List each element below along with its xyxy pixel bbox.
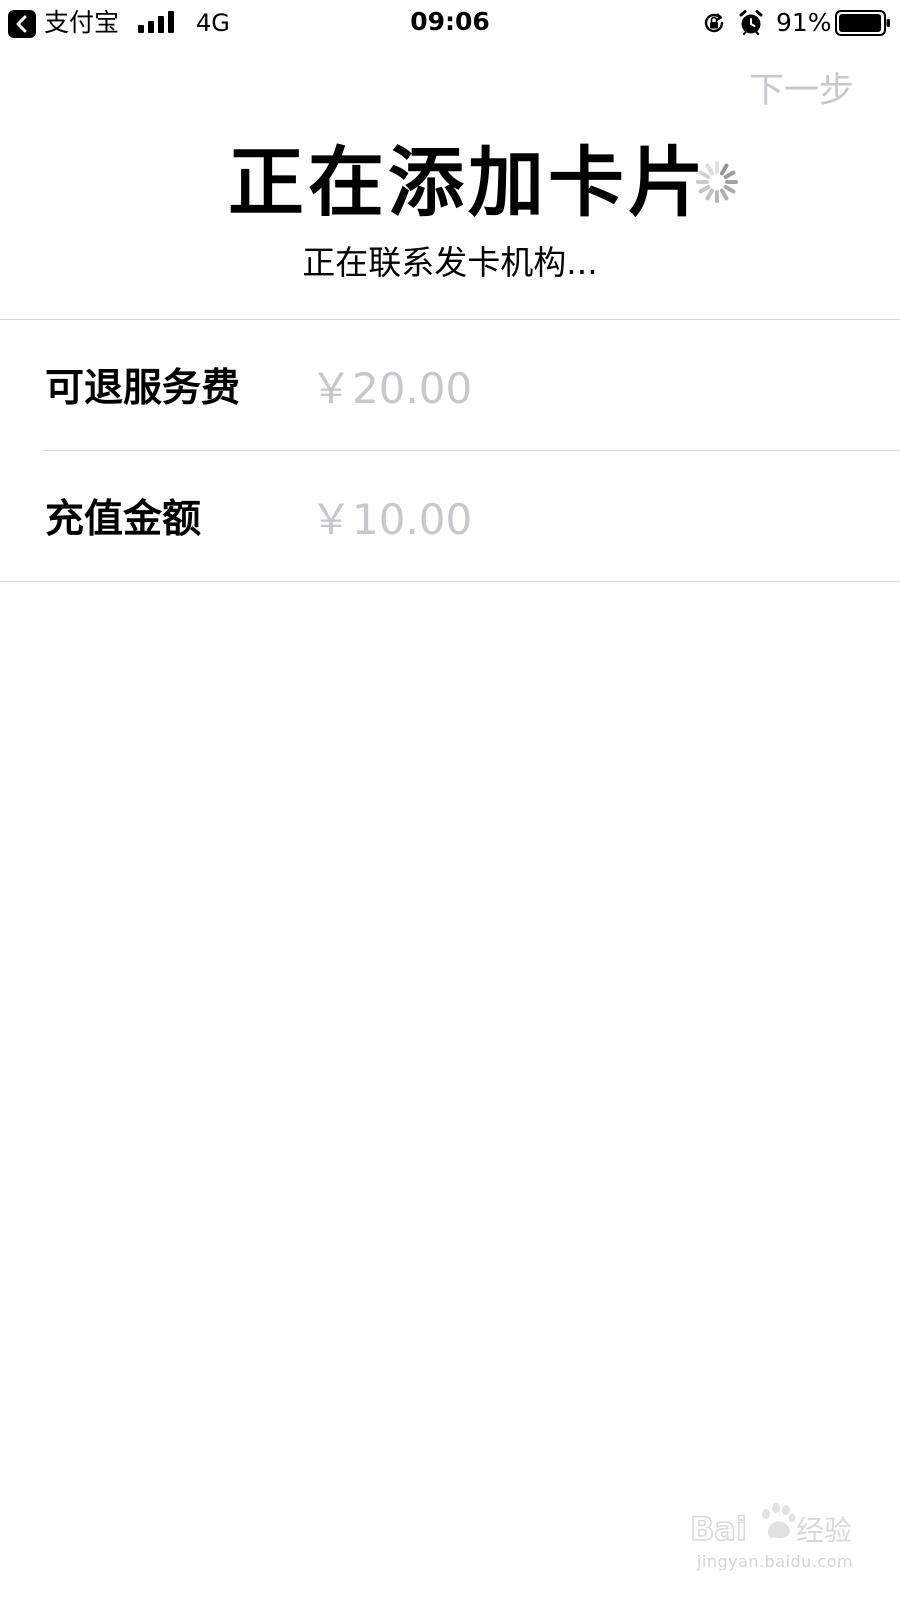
- row-label: 充值金额: [45, 497, 202, 542]
- back-arrow-icon: [16, 15, 27, 33]
- screen: 支付宝 4G 09:06 91% 下一步 正在添加卡片 正在联系发卡机构... …: [0, 0, 900, 1600]
- back-app-label[interactable]: 支付宝: [44, 7, 119, 39]
- page-subtitle: 正在联系发卡机构...: [302, 243, 598, 282]
- spinner-spoke: [698, 170, 711, 179]
- status-bar: 支付宝 4G 09:06 91%: [0, 0, 900, 46]
- spinner-spoke: [723, 170, 736, 179]
- divider: [0, 581, 900, 582]
- next-step-button[interactable]: 下一步: [749, 69, 854, 113]
- back-to-app-button[interactable]: [8, 10, 36, 38]
- network-type: 4G: [196, 9, 230, 37]
- battery-percent: 91%: [776, 8, 832, 37]
- row-label: 可退服务费: [45, 366, 241, 411]
- signal-icon: [138, 11, 174, 33]
- alarm-icon: [739, 10, 763, 36]
- spinner-spoke: [720, 188, 729, 201]
- svg-text:Bai: Bai: [690, 1510, 747, 1548]
- spinner-spoke: [698, 185, 711, 194]
- svg-text:经验: 经验: [796, 1514, 852, 1547]
- loading-spinner-icon: [696, 161, 738, 203]
- status-time: 09:06: [410, 7, 490, 36]
- watermark-url: jingyan.baidu.com: [696, 1552, 854, 1571]
- battery-icon: [835, 10, 890, 36]
- baidu-jingyan-logo: Bai 经验: [690, 1503, 852, 1549]
- watermark: Bai 经验 jingyan.baidu.com: [690, 1500, 860, 1580]
- spinner-spoke: [705, 188, 714, 201]
- rotation-lock-icon: [704, 13, 724, 33]
- list-item-recharge-amount: 充值金额 ￥10.00: [0, 451, 900, 581]
- spinner-spoke: [720, 163, 729, 176]
- spinner-spoke: [723, 185, 736, 194]
- list-item-refundable-fee: 可退服务费 ￥20.00: [0, 320, 900, 450]
- spinner-spoke: [705, 163, 714, 176]
- page-title: 正在添加卡片: [228, 138, 708, 227]
- row-value: ￥20.00: [310, 363, 473, 413]
- row-value: ￥10.00: [310, 494, 473, 544]
